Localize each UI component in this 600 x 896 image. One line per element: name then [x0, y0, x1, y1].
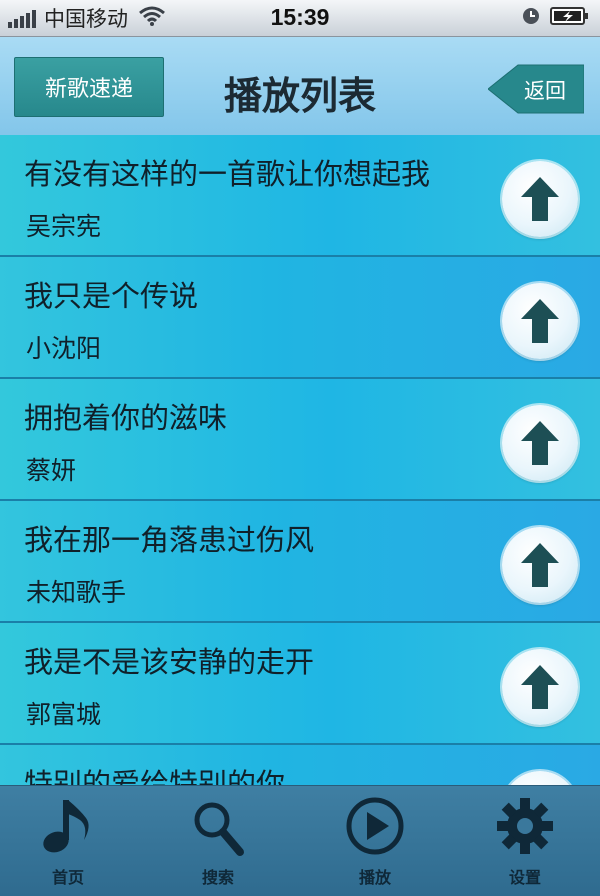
up-arrow-icon — [521, 177, 559, 221]
tab-settings[interactable]: 设置 — [465, 786, 585, 896]
song-artist: 蔡妍 — [26, 456, 77, 485]
play-icon — [346, 797, 404, 855]
song-title: 拥抱着你的滋味 — [24, 401, 228, 435]
up-arrow-icon — [521, 421, 559, 465]
tab-search-label: 搜索 — [201, 868, 234, 887]
tab-play-label: 播放 — [358, 868, 391, 887]
song-artist: 吴宗宪 — [26, 212, 102, 241]
song-title: 我是不是该安静的走开 — [24, 645, 315, 679]
music-note-icon — [43, 800, 89, 853]
search-icon — [194, 802, 244, 856]
list-item[interactable]: 我只是个传说 小沈阳 — [0, 257, 600, 379]
tab-search[interactable]: 搜索 — [158, 786, 278, 896]
up-arrow-icon — [521, 543, 559, 587]
back-button[interactable]: 返回 — [488, 63, 584, 115]
song-artist: 小沈阳 — [26, 334, 102, 363]
back-button-label: 返回 — [524, 79, 566, 103]
tab-play[interactable]: 播放 — [315, 786, 435, 896]
list-item[interactable]: 我在那一角落患过伤风 未知歌手 — [0, 501, 600, 623]
move-up-button[interactable] — [502, 649, 578, 725]
move-up-button[interactable] — [502, 771, 578, 785]
song-artist: 未知歌手 — [26, 578, 127, 607]
list-item[interactable]: 特别的爱给特别的你 — [0, 745, 600, 785]
song-title: 有没有这样的一首歌让你想起我 — [24, 157, 431, 191]
song-title: 我在那一角落患过伤风 — [24, 523, 315, 557]
tab-home-label: 首页 — [51, 868, 84, 887]
move-up-button[interactable] — [502, 161, 578, 237]
song-title: 我只是个传说 — [24, 279, 199, 313]
header: 新歌速递 播放列表 返回 — [0, 37, 600, 135]
clock: 15:39 — [270, 4, 330, 30]
move-up-button[interactable] — [502, 527, 578, 603]
list-item[interactable]: 我是不是该安静的走开 郭富城 — [0, 623, 600, 745]
up-arrow-icon — [521, 665, 559, 709]
tab-bar: 首页 搜索 播放 设置 — [0, 785, 600, 896]
battery-icon — [550, 6, 590, 30]
song-title: 特别的爱给特别的你 — [24, 767, 286, 785]
tab-settings-label: 设置 — [508, 868, 541, 887]
song-list[interactable]: 有没有这样的一首歌让你想起我 吴宗宪 我只是个传说 小沈阳 拥抱着你的滋味 蔡妍… — [0, 135, 600, 785]
move-up-button[interactable] — [502, 283, 578, 359]
song-artist: 郭富城 — [26, 700, 102, 729]
gear-icon — [497, 798, 553, 854]
list-item[interactable]: 有没有这样的一首歌让你想起我 吴宗宪 — [0, 135, 600, 257]
status-bar: 中国移动 15:39 — [0, 0, 600, 37]
list-item[interactable]: 拥抱着你的滋味 蔡妍 — [0, 379, 600, 501]
clock-icon — [522, 7, 540, 29]
up-arrow-icon — [521, 299, 559, 343]
move-up-button[interactable] — [502, 405, 578, 481]
tab-home[interactable]: 首页 — [8, 786, 128, 896]
